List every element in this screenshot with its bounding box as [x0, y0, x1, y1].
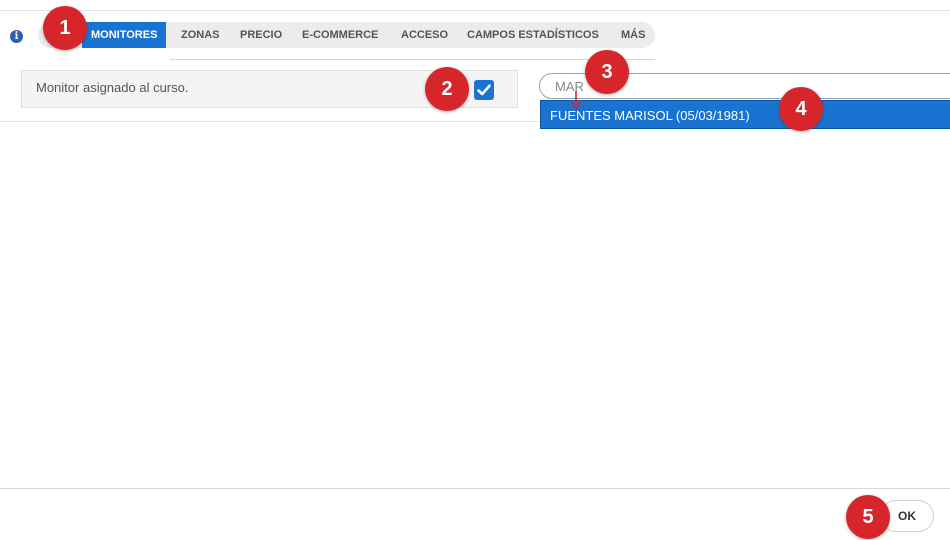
step-marker-1: 1: [43, 6, 87, 50]
step-marker-2: 2: [425, 67, 469, 111]
check-icon: [477, 84, 491, 96]
step-marker-4: 4: [779, 87, 823, 131]
step-marker-5: 5: [846, 495, 890, 539]
monitor-field-label: Monitor asignado al curso.: [36, 80, 189, 95]
tab-acceso[interactable]: ACCESO: [401, 22, 448, 48]
info-icon[interactable]: i: [10, 30, 23, 43]
tab-monitores[interactable]: MONITORES: [82, 22, 167, 48]
tab-campos-estadisticos[interactable]: CAMPOS ESTADÍSTICOS: [467, 22, 599, 48]
tab-precio[interactable]: PRECIO: [240, 22, 282, 48]
monitor-checkbox[interactable]: [474, 80, 494, 100]
tab-underline: [170, 59, 655, 60]
tab-e-commerce[interactable]: E-COMMERCE: [302, 22, 378, 48]
cursor-arrow-icon: [570, 91, 582, 110]
footer-divider: [0, 488, 950, 489]
step-marker-3: 3: [585, 50, 629, 94]
tab-zonas[interactable]: ZONAS: [181, 22, 220, 48]
dropdown-option[interactable]: FUENTES MARISOL (05/03/1981): [540, 100, 950, 129]
tab-mas[interactable]: MÁS: [621, 22, 645, 48]
